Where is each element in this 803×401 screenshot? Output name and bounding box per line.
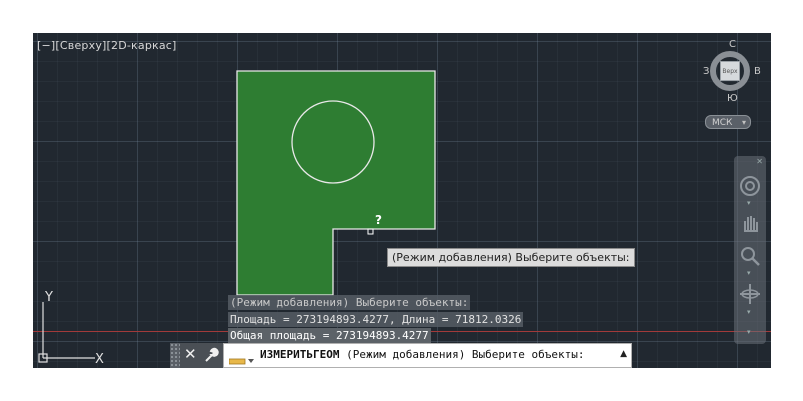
ucs-y-label: Y [44,290,53,305]
chevron-down-icon: ▾ [741,118,746,127]
command-line-buttons: ✕ [180,343,223,368]
cursor-tooltip: (Режим добавления) Выберите объекты: [387,248,635,267]
command-prompt-icon[interactable] [228,351,255,370]
viewcube[interactable]: С Ю З В Верх [701,39,769,107]
command-prompt: (Режим добавления) Выберите объекты: [339,348,585,361]
drawing-viewport[interactable]: [−][Сверху][2D-каркас] ? (Режим добавлен… [33,33,771,368]
chevron-down-icon[interactable]: ▾ [747,199,751,207]
orbit-icon[interactable] [738,282,762,306]
command-input[interactable]: ИЗМЕРИТЬГЕОМ (Режим добавления) Выберите… [223,343,632,368]
ucs-dropdown-label: МСК [712,118,733,128]
ucs-icon: Y X [38,290,104,367]
command-line[interactable]: ✕ ИЗМЕРИТЬГЕОМ (Режим добавления) Выбери… [170,343,632,368]
command-text: ИЗМЕРИТЬГЕОМ (Режим добавления) Выберите… [260,348,585,361]
command-name: ИЗМЕРИТЬГЕОМ [260,348,340,361]
command-history-line-1: (Режим добавления) Выберите объекты: [228,295,471,310]
navigation-bar[interactable]: ✕ ▾ ▾ ▾ ▾ [734,156,766,344]
viewcube-top-face[interactable]: Верх [720,61,740,81]
ucs-x-label: X [95,352,104,367]
command-history-line-3: Общая площадь = 273194893.4277 [228,328,431,343]
steering-wheel-icon[interactable] [738,174,762,198]
viewcube-east[interactable]: В [754,66,761,77]
ucs-dropdown[interactable]: МСК ▾ [705,115,751,129]
wrench-icon[interactable] [203,347,219,367]
zoom-icon[interactable] [738,244,762,268]
viewcube-west[interactable]: З [703,66,709,77]
chevron-up-icon[interactable]: ▲ [620,349,627,359]
cursor-question-mark: ? [375,213,382,227]
pan-hand-icon[interactable] [738,211,762,235]
close-icon[interactable]: ✕ [184,345,197,363]
command-line-grip[interactable] [170,343,180,368]
chevron-down-icon[interactable]: ▾ [747,328,751,336]
chevron-down-icon[interactable]: ▾ [747,308,751,316]
viewcube-north[interactable]: С [729,39,736,50]
close-icon[interactable]: ✕ [756,157,763,166]
command-history-line-2: Площадь = 273194893.4277, Длина = 71812.… [228,312,524,327]
chevron-down-icon[interactable]: ▾ [747,269,751,277]
viewcube-south[interactable]: Ю [727,93,738,104]
pick-box [367,228,374,235]
